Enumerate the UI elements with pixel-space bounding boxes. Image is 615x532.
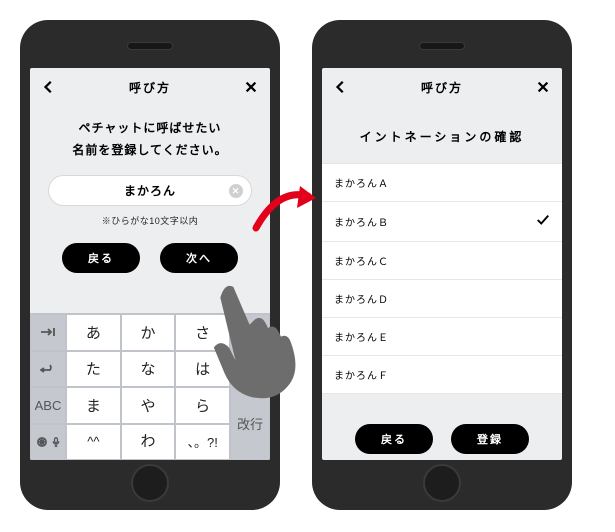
key-wa[interactable]: わ	[121, 424, 176, 461]
prompt-line: ペチャットに呼ばせたい	[46, 118, 254, 140]
key-undo-icon[interactable]	[30, 351, 66, 388]
list-item-label: まかろんＥ	[334, 329, 389, 344]
close-icon[interactable]	[242, 78, 260, 96]
key-backspace-icon[interactable]	[230, 314, 270, 351]
list-item-label: まかろんＣ	[334, 253, 389, 268]
key-tab-icon[interactable]	[30, 314, 66, 351]
next-button[interactable]: 次へ	[160, 243, 238, 273]
phone-frame-right: 呼び方 イントネーションの確認 まかろんＡまかろんＢまかろんＣまかろんＤまかろん…	[312, 20, 572, 510]
key-a[interactable]: あ	[66, 314, 121, 351]
check-icon	[536, 213, 550, 230]
screen-left: 呼び方 ペチャットに呼ばせたい 名前を登録してください。 まかろん ✕ ※ひらが…	[30, 68, 270, 460]
key-wa-main: わ	[140, 434, 155, 449]
list-item-label: まかろんＦ	[334, 367, 389, 382]
key-ka[interactable]: か	[121, 314, 176, 351]
screen-right: 呼び方 イントネーションの確認 まかろんＡまかろんＢまかろんＣまかろんＤまかろん…	[322, 68, 562, 460]
section-heading: イントネーションの確認	[322, 104, 562, 163]
list-item-label: まかろんＤ	[334, 291, 389, 306]
keyboard: あ か さ た な は 空白 ABC ま や ら 改行	[30, 313, 270, 460]
key-globe-mic-icon[interactable]	[30, 424, 66, 461]
back-chevron-icon[interactable]	[332, 78, 350, 96]
home-button[interactable]	[423, 464, 461, 502]
key-punct[interactable]: 、。?!	[175, 424, 230, 461]
home-button[interactable]	[131, 464, 169, 502]
phone-frame-left: 呼び方 ペチャットに呼ばせたい 名前を登録してください。 まかろん ✕ ※ひらが…	[20, 20, 280, 510]
register-button[interactable]: 登録	[451, 424, 529, 454]
back-button[interactable]: 戻る	[62, 243, 140, 273]
key-ha[interactable]: は	[175, 351, 230, 388]
list-item[interactable]: まかろんＥ	[322, 317, 562, 355]
name-input-value: まかろん	[124, 184, 176, 198]
list-item-label: まかろんＢ	[334, 214, 389, 229]
clear-input-icon[interactable]: ✕	[229, 184, 243, 198]
phone-speaker	[127, 42, 173, 50]
name-entry-panel: ペチャットに呼ばせたい 名前を登録してください。 まかろん ✕ ※ひらがな10文…	[30, 104, 270, 289]
intonation-panel: イントネーションの確認 まかろんＡまかろんＢまかろんＣまかろんＤまかろんＥまかろ…	[322, 104, 562, 460]
button-row: 戻る 登録	[322, 424, 562, 454]
prompt-line: 名前を登録してください。	[46, 140, 254, 162]
key-space[interactable]: 空白	[230, 351, 270, 388]
list-item-label: まかろんＡ	[334, 175, 389, 190]
list-item[interactable]: まかろんＣ	[322, 241, 562, 279]
key-abc[interactable]: ABC	[30, 387, 66, 424]
back-button[interactable]: 戻る	[355, 424, 433, 454]
list-item[interactable]: まかろんＦ	[322, 355, 562, 394]
prompt-text: ペチャットに呼ばせたい 名前を登録してください。	[46, 118, 254, 161]
button-row: 戻る 次へ	[46, 243, 254, 273]
phone-speaker	[419, 42, 465, 50]
input-hint: ※ひらがな10文字以内	[46, 214, 254, 227]
header-title: 呼び方	[58, 79, 242, 96]
header: 呼び方	[322, 68, 562, 104]
key-sa[interactable]: さ	[175, 314, 230, 351]
intonation-list: まかろんＡ まかろんＢ まかろんＣ まかろんＤ まかろんＥ まかろんＦ	[322, 163, 562, 394]
back-chevron-icon[interactable]	[40, 78, 58, 96]
key-return[interactable]: 改行	[230, 387, 270, 460]
list-item[interactable]: まかろんＡ	[322, 163, 562, 201]
key-ta[interactable]: た	[66, 351, 121, 388]
key-ma[interactable]: ま	[66, 387, 121, 424]
key-ya[interactable]: や	[121, 387, 176, 424]
key-na[interactable]: な	[121, 351, 176, 388]
header-title: 呼び方	[350, 79, 534, 96]
header: 呼び方	[30, 68, 270, 104]
name-input[interactable]: まかろん ✕	[48, 175, 252, 206]
list-item[interactable]: まかろんＤ	[322, 279, 562, 317]
transition-arrow-icon	[290, 20, 302, 510]
key-ra[interactable]: ら	[175, 387, 230, 424]
list-item[interactable]: まかろんＢ	[322, 201, 562, 241]
close-icon[interactable]	[534, 78, 552, 96]
key-face[interactable]: ^^	[66, 424, 121, 461]
